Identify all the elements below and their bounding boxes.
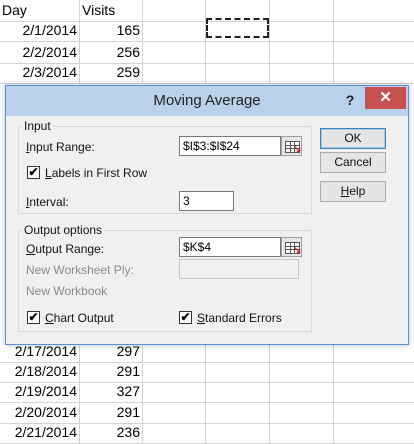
cell[interactable] — [143, 42, 206, 63]
labels-first-row-label: Labels in First Row — [45, 166, 148, 180]
cell[interactable] — [143, 0, 206, 21]
day-cell[interactable]: 2/21/2014 — [0, 422, 80, 443]
day-cell[interactable]: 2/3/2014 — [0, 62, 80, 83]
chart-output-label: Chart Output — [45, 311, 114, 325]
table-row: 2/18/2014 291 — [0, 361, 414, 383]
cell[interactable] — [334, 62, 414, 83]
interval-label: Interval: — [26, 195, 69, 209]
day-cell[interactable]: 2/18/2014 — [0, 361, 80, 382]
input-range-field[interactable]: $I$3:$I$24 — [179, 136, 281, 156]
cell[interactable] — [270, 381, 334, 402]
cell[interactable] — [143, 381, 206, 402]
new-worksheet-ply-field[interactable] — [179, 259, 299, 279]
cell[interactable] — [143, 20, 206, 41]
cell[interactable] — [143, 62, 206, 83]
cell[interactable] — [334, 402, 414, 423]
cell[interactable] — [143, 402, 206, 423]
interval-field[interactable]: 3 — [179, 191, 234, 211]
ok-button[interactable]: OK — [320, 128, 386, 149]
close-icon[interactable]: ✕ — [365, 87, 406, 109]
cell[interactable] — [334, 0, 414, 21]
header-day[interactable]: Day — [0, 0, 80, 21]
input-range-collapse-button[interactable]: ↘ — [281, 136, 302, 156]
cell[interactable] — [270, 42, 334, 63]
table-row: 2/3/2014 259 — [0, 62, 414, 84]
visits-cell[interactable]: 291 — [80, 361, 143, 382]
cell[interactable] — [206, 402, 270, 423]
cell[interactable] — [270, 62, 334, 83]
input-group-label: Input — [22, 119, 53, 133]
output-group-label: Output options — [22, 223, 105, 237]
new-worksheet-ply-label: New Worksheet Ply: — [26, 263, 134, 277]
cell[interactable] — [334, 361, 414, 382]
help-icon[interactable]: ? — [338, 89, 362, 111]
cell[interactable] — [270, 0, 334, 21]
cell[interactable] — [334, 422, 414, 443]
visits-cell[interactable]: 256 — [80, 42, 143, 63]
visits-cell[interactable]: 165 — [80, 20, 143, 41]
day-cell[interactable]: 2/2/2014 — [0, 42, 80, 63]
new-workbook-label: New Workbook — [26, 284, 108, 298]
output-range-collapse-button[interactable]: ↘ — [281, 237, 302, 257]
visits-cell[interactable]: 259 — [80, 62, 143, 83]
moving-average-dialog: Moving Average ? ✕ Input Input Range: $I… — [5, 85, 409, 345]
table-row: 2/2/2014 256 — [0, 42, 414, 64]
visits-cell[interactable]: 236 — [80, 422, 143, 443]
cell[interactable] — [206, 422, 270, 443]
day-cell[interactable]: 2/19/2014 — [0, 381, 80, 402]
cell[interactable] — [206, 42, 270, 63]
input-range-label: Input Range: — [26, 140, 95, 154]
arrow-icon: ↘ — [293, 144, 302, 155]
cell[interactable] — [334, 42, 414, 63]
help-button[interactable]: Help — [320, 181, 386, 202]
cancel-button[interactable]: Cancel — [320, 152, 386, 173]
cell[interactable] — [206, 361, 270, 382]
cell[interactable] — [334, 20, 414, 41]
dialog-titlebar[interactable]: Moving Average ? ✕ — [6, 86, 408, 116]
chart-output-checkbox[interactable]: ✔ — [27, 311, 40, 324]
cell[interactable] — [143, 422, 206, 443]
cell[interactable] — [206, 62, 270, 83]
table-row: 2/19/2014 327 — [0, 381, 414, 403]
day-cell[interactable]: 2/1/2014 — [0, 20, 80, 41]
cell[interactable] — [270, 20, 334, 41]
arrow-icon: ↘ — [293, 245, 302, 256]
day-cell[interactable]: 2/20/2014 — [0, 402, 80, 423]
cell[interactable] — [334, 381, 414, 402]
standard-errors-checkbox[interactable]: ✔ — [179, 311, 192, 324]
cell[interactable] — [143, 361, 206, 382]
visits-cell[interactable]: 291 — [80, 402, 143, 423]
standard-errors-label: Standard Errors — [197, 311, 282, 325]
cell[interactable] — [270, 402, 334, 423]
labels-first-row-checkbox[interactable]: ✔ — [27, 166, 40, 179]
output-range-label: Output Range: — [26, 242, 105, 256]
visits-cell[interactable]: 327 — [80, 381, 143, 402]
output-range-field[interactable]: $K$4 — [179, 237, 281, 257]
copy-marquee-selection — [206, 18, 269, 38]
table-row: 2/20/2014 291 — [0, 402, 414, 424]
cell[interactable] — [206, 381, 270, 402]
cell[interactable] — [270, 361, 334, 382]
header-visits[interactable]: Visits — [80, 0, 143, 21]
cell[interactable] — [270, 422, 334, 443]
